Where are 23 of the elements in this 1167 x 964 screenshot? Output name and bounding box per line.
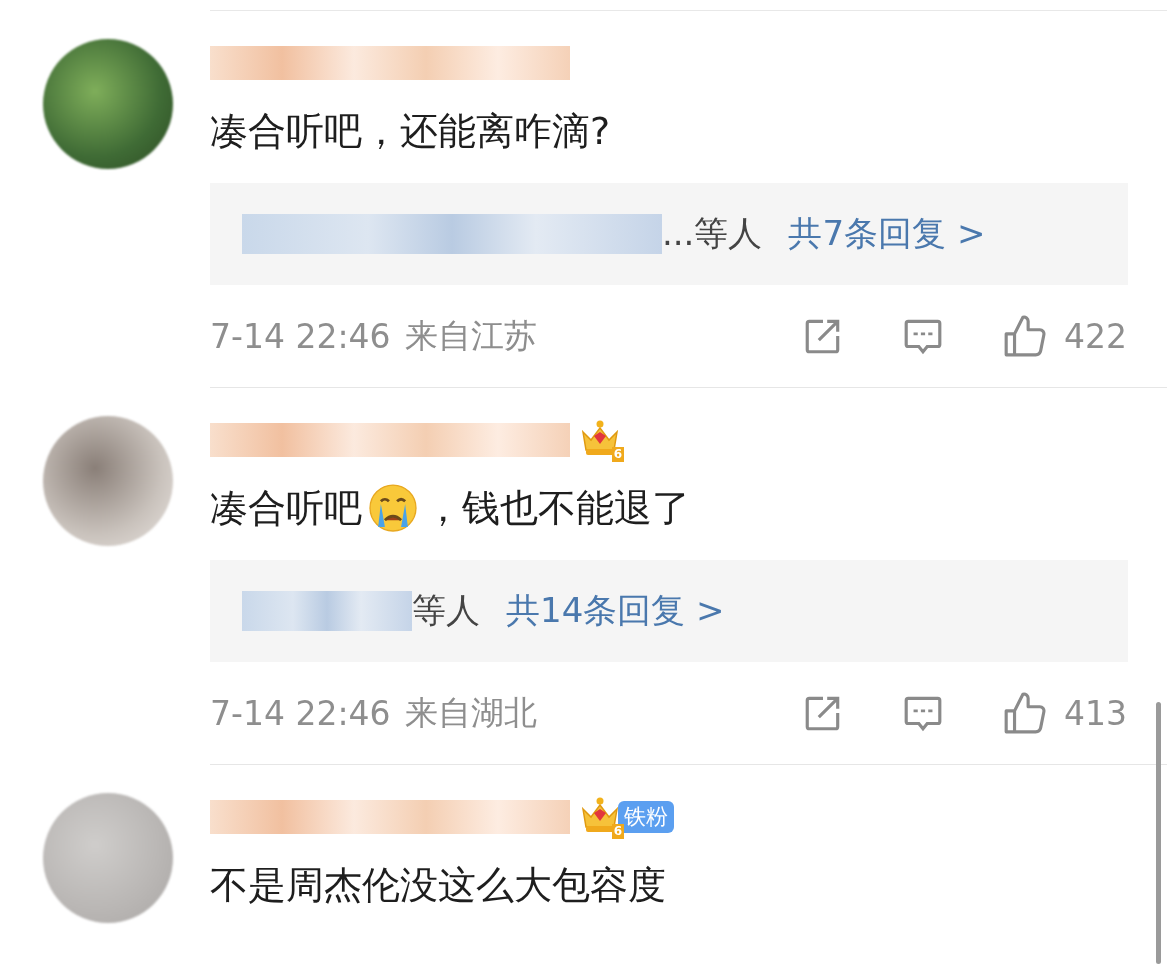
comment-location: 来自湖北	[404, 691, 537, 734]
level-number: 6	[611, 447, 624, 462]
comment-text: 凑合听吧	[210, 484, 362, 532]
like-count: 422	[1064, 316, 1127, 356]
view-replies-link[interactable]: 共14条回复 >	[506, 588, 725, 634]
crown-icon	[580, 797, 620, 833]
comment-text: ，钱也不能退了	[424, 484, 690, 532]
comment-location: 来自江苏	[404, 314, 537, 357]
view-replies-link[interactable]: 共7条回复 >	[788, 211, 986, 257]
crown-icon	[580, 420, 620, 456]
reply-users-text: ...等人	[662, 212, 763, 255]
replies-panel[interactable]: ...等人 共7条回复 >	[210, 183, 1128, 285]
thumbs-up-icon[interactable]	[1002, 313, 1048, 359]
scrollbar[interactable]	[1156, 702, 1161, 964]
crying-face-icon	[366, 481, 420, 535]
comment-text: 凑合听吧，还能离咋滴?	[210, 107, 611, 155]
like-count: 413	[1064, 693, 1127, 733]
thumbs-up-icon[interactable]	[1002, 690, 1048, 736]
replies-panel[interactable]: 等人 共14条回复 >	[210, 560, 1128, 662]
comment-time: 7-14 22:46	[210, 693, 391, 733]
reply-users-text: 等人	[412, 589, 480, 632]
comment-text: 不是周杰伦没这么大包容度	[210, 861, 666, 909]
comment-time: 7-14 22:46	[210, 316, 391, 356]
